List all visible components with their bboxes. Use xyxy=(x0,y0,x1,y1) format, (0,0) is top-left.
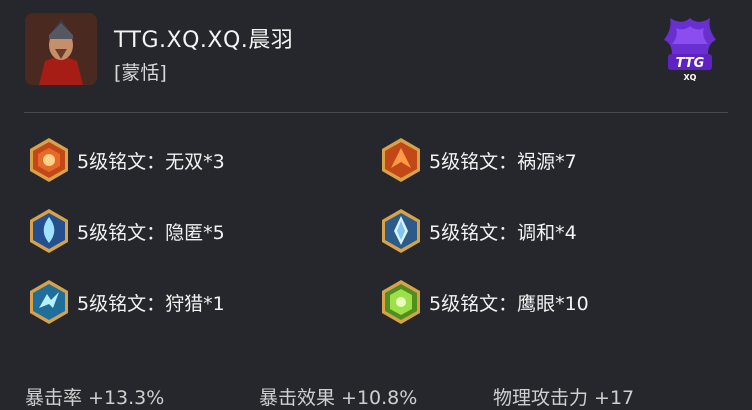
rune-item[interactable]: 5级铭文：隐匿*5 xyxy=(25,206,225,256)
green-rune-icon xyxy=(382,280,420,324)
cyan-rune-icon xyxy=(30,280,68,324)
rune-item[interactable]: 5级铭文：调和*4 xyxy=(377,206,577,256)
blue-rune-icon xyxy=(382,209,420,253)
crit-damage-stat: 暴击效果 +10.8% xyxy=(259,387,418,409)
rune-item[interactable]: 5级铭文：无双*3 xyxy=(25,135,225,185)
rune-label: 5级铭文：调和*4 xyxy=(429,221,577,244)
rune-label: 5级铭文：祸源*7 xyxy=(429,150,577,173)
hero-avatar[interactable] xyxy=(25,13,97,85)
rune-item[interactable]: 5级铭文：祸源*7 xyxy=(377,135,577,185)
stats-row: 暴击率 +13.3% 暴击效果 +10.8% 物理攻击力 +17 xyxy=(0,383,752,409)
crit-rate-stat: 暴击率 +13.3% xyxy=(25,387,165,409)
hero-name: [蒙恬] xyxy=(114,62,167,84)
section-divider xyxy=(24,112,728,113)
physical-attack-stat: 物理攻击力 +17 xyxy=(493,387,635,409)
red-rune-icon xyxy=(382,138,420,182)
logo-subtext: XQ xyxy=(684,73,697,82)
player-name: TTG.XQ.XQ.晨羽 xyxy=(114,28,294,53)
rune-item[interactable]: 5级铭文：狩猎*1 xyxy=(25,277,225,327)
red-rune-icon xyxy=(30,138,68,182)
rune-label: 5级铭文：无双*3 xyxy=(77,150,225,173)
rune-label: 5级铭文：鹰眼*10 xyxy=(429,292,589,315)
player-header: TTG.XQ.XQ.晨羽 [蒙恬] TTG XQ xyxy=(0,0,752,100)
rune-label: 5级铭文：狩猎*1 xyxy=(77,292,225,315)
ttg-team-logo: TTG XQ xyxy=(660,14,720,84)
blue-rune-icon xyxy=(30,209,68,253)
rune-label: 5级铭文：隐匿*5 xyxy=(77,221,225,244)
rune-item[interactable]: 5级铭文：鹰眼*10 xyxy=(377,277,589,327)
logo-text: TTG xyxy=(676,56,705,71)
